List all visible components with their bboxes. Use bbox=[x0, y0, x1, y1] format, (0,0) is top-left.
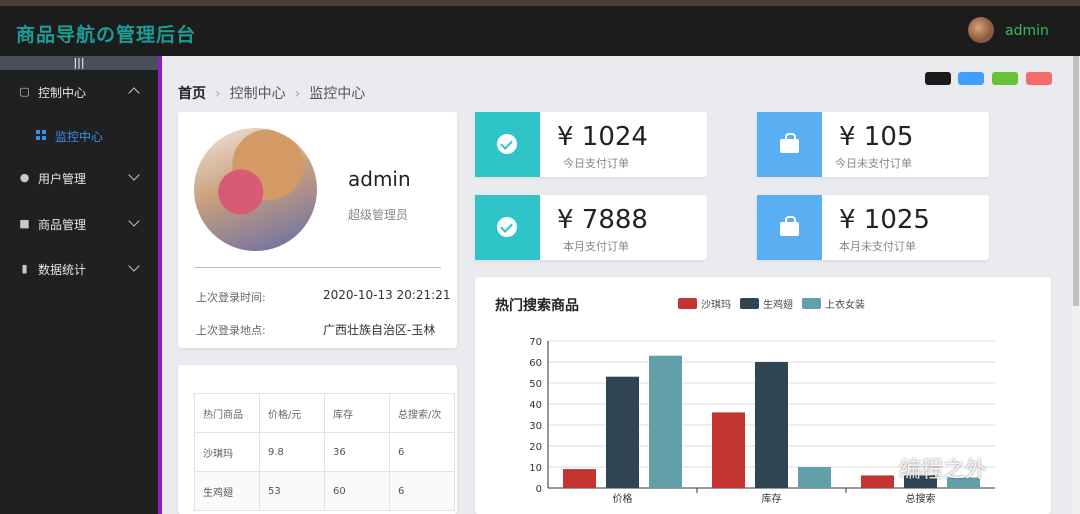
sidebar-item-products[interactable]: ■ 商品管理 bbox=[0, 209, 158, 239]
chevron-down-icon bbox=[128, 215, 140, 227]
y-tick-label: 40 bbox=[529, 400, 542, 411]
chevron-down-icon bbox=[128, 260, 140, 272]
sidebar-subitem-monitor[interactable]: 监控中心 bbox=[0, 120, 158, 150]
bar bbox=[861, 475, 894, 488]
table-cell: 6 bbox=[389, 432, 455, 472]
chevron-right-icon: › bbox=[215, 86, 221, 102]
sidebar-item-label: 用户管理 bbox=[38, 172, 87, 186]
divider bbox=[194, 267, 441, 268]
bar bbox=[798, 467, 831, 488]
scrollbar[interactable] bbox=[1072, 56, 1080, 514]
last-login-time-label: 上次登录时间: bbox=[196, 291, 266, 304]
last-login-place: 广西壮族自治区-玉林 bbox=[323, 323, 436, 337]
theme-swatch-blue[interactable] bbox=[958, 72, 984, 85]
check-circle-icon bbox=[475, 112, 540, 177]
table-cell: 9.8 bbox=[259, 432, 325, 472]
bar-chart-icon: ▮ bbox=[21, 262, 28, 275]
sidebar-item-label: 商品管理 bbox=[38, 218, 87, 232]
theme-swatch-green[interactable] bbox=[992, 72, 1018, 85]
table-cell: 生鸡翅 bbox=[194, 471, 260, 511]
sidebar-item-label: 数据统计 bbox=[38, 263, 87, 277]
theme-swatch-black[interactable] bbox=[925, 72, 951, 85]
stat-card-month-paid: ¥ 7888 本月支付订单 bbox=[475, 195, 707, 260]
app-title: 商品导航の管理后台 bbox=[16, 24, 197, 46]
x-tick-label: 总搜索 bbox=[906, 492, 936, 505]
stat-label: 今日支付订单 bbox=[563, 157, 629, 170]
y-tick-label: 10 bbox=[529, 463, 542, 474]
last-login-place-label: 上次登录地点: bbox=[196, 324, 266, 337]
sidebar-accent-bar bbox=[158, 56, 162, 514]
breadcrumb-level1[interactable]: 控制中心 bbox=[230, 83, 286, 103]
table-header-cell: 价格/元 bbox=[259, 393, 325, 433]
bar bbox=[606, 376, 639, 488]
breadcrumb: 首页 › 控制中心 › 监控中心 bbox=[178, 83, 365, 103]
profile-name: admin bbox=[348, 167, 411, 191]
stat-card-today-paid: ¥ 1024 今日支付订单 bbox=[475, 112, 707, 177]
top-header: 商品导航の管理后台 admin bbox=[0, 6, 1080, 56]
table-row: 生鸡翅 53 60 6 bbox=[194, 471, 455, 511]
stat-value: ¥ 7888 bbox=[557, 205, 648, 235]
sidebar-item-label: 控制中心 bbox=[38, 86, 87, 100]
stat-value: ¥ 105 bbox=[839, 122, 914, 152]
table-header-cell: 热门商品 bbox=[194, 393, 260, 433]
sidebar-item-statistics[interactable]: ▮ 数据统计 bbox=[0, 254, 158, 284]
hot-products-table-card: 热门商品 价格/元 库存 总搜索/次 沙琪玛 9.8 36 6 生鸡翅 53 6… bbox=[178, 365, 457, 514]
header-avatar[interactable] bbox=[968, 17, 994, 43]
table-row: 沙琪玛 9.8 36 6 bbox=[194, 432, 455, 472]
header-username[interactable]: admin bbox=[1005, 23, 1049, 39]
shopping-bag-icon bbox=[757, 195, 822, 260]
chevron-right-icon: › bbox=[294, 86, 301, 102]
shopping-bag-icon bbox=[757, 112, 822, 177]
hot-products-table: 热门商品 价格/元 库存 总搜索/次 沙琪玛 9.8 36 6 生鸡翅 53 6… bbox=[194, 393, 455, 511]
y-tick-label: 60 bbox=[529, 358, 542, 369]
theme-swatch-red[interactable] bbox=[1026, 72, 1052, 85]
monitor-icon: ▢ bbox=[19, 85, 30, 98]
stat-card-today-unpaid: ¥ 105 今日未支付订单 bbox=[757, 112, 989, 177]
profile-card: admin 超级管理员 上次登录时间: 2020-10-13 20:21:21 … bbox=[178, 112, 457, 348]
table-header-cell: 总搜索/次 bbox=[389, 393, 455, 433]
stat-label: 本月未支付订单 bbox=[839, 240, 916, 253]
bar bbox=[563, 469, 596, 488]
bag-icon: ■ bbox=[19, 217, 30, 230]
table-cell: 36 bbox=[324, 432, 390, 472]
check-circle-icon bbox=[475, 195, 540, 260]
chevron-down-icon bbox=[128, 169, 140, 181]
sidebar-subitem-label: 监控中心 bbox=[55, 130, 104, 144]
sidebar-collapse-button[interactable]: ||| bbox=[0, 56, 158, 70]
users-icon: ● bbox=[19, 171, 30, 184]
stat-value: ¥ 1024 bbox=[557, 122, 648, 152]
stat-label: 今日未支付订单 bbox=[835, 157, 912, 170]
bar bbox=[755, 362, 788, 488]
table-header-row: 热门商品 价格/元 库存 总搜索/次 bbox=[194, 393, 455, 433]
scrollbar-thumb[interactable] bbox=[1073, 56, 1079, 306]
profile-avatar bbox=[194, 128, 317, 251]
breadcrumb-home[interactable]: 首页 bbox=[178, 83, 206, 103]
sidebar-item-control-center[interactable]: ▢ 控制中心 bbox=[0, 77, 158, 107]
stat-label: 本月支付订单 bbox=[563, 240, 629, 253]
table-cell: 沙琪玛 bbox=[194, 432, 260, 472]
bar bbox=[712, 412, 745, 488]
watermark: 编程之外 bbox=[899, 458, 988, 483]
stat-value: ¥ 1025 bbox=[839, 205, 930, 235]
bar bbox=[649, 355, 682, 488]
y-tick-label: 20 bbox=[529, 442, 542, 453]
profile-role: 超级管理员 bbox=[348, 208, 409, 222]
y-tick-label: 0 bbox=[536, 484, 542, 495]
table-cell: 53 bbox=[259, 471, 325, 511]
sidebar-item-users[interactable]: ● 用户管理 bbox=[0, 163, 158, 193]
breadcrumb-level2: 监控中心 bbox=[309, 86, 366, 102]
y-tick-label: 30 bbox=[529, 421, 542, 432]
stat-card-month-unpaid: ¥ 1025 本月未支付订单 bbox=[757, 195, 989, 260]
y-tick-label: 70 bbox=[529, 337, 542, 348]
last-login-time: 2020-10-13 20:21:21 bbox=[323, 288, 451, 302]
chevron-up-icon bbox=[128, 87, 140, 99]
grid-icon bbox=[36, 130, 47, 141]
x-tick-label: 库存 bbox=[762, 492, 782, 505]
y-tick-label: 50 bbox=[529, 379, 542, 390]
table-cell: 60 bbox=[324, 471, 390, 511]
x-tick-label: 价格 bbox=[613, 492, 633, 505]
table-cell: 6 bbox=[389, 471, 455, 511]
table-header-cell: 库存 bbox=[324, 393, 390, 433]
